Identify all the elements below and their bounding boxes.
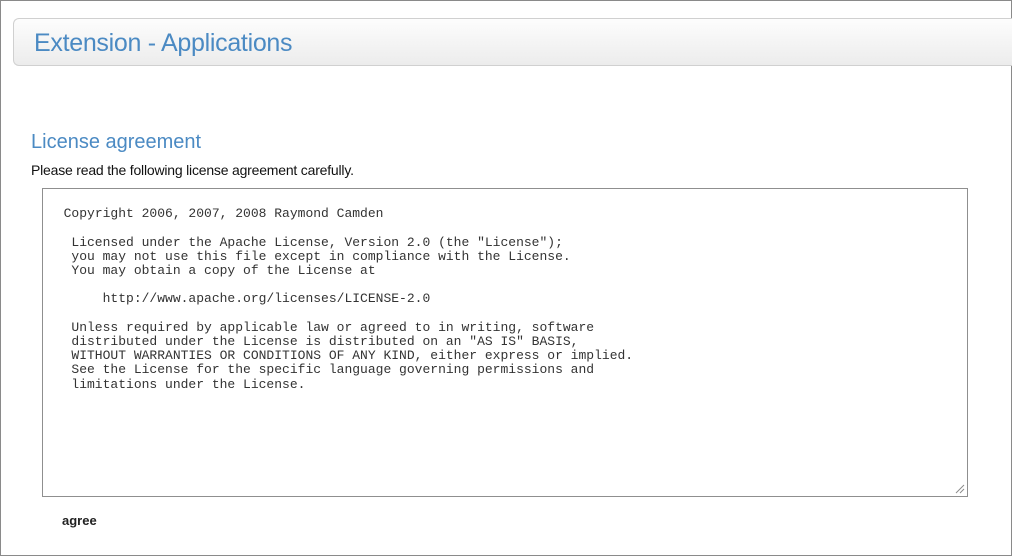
resize-grip-icon[interactable]: [954, 483, 965, 494]
title-bar: Extension - Applications: [13, 18, 1012, 66]
license-instructions: Please read the following license agreem…: [31, 162, 354, 178]
license-textarea[interactable]: Copyright 2006, 2007, 2008 Raymond Camde…: [42, 188, 968, 497]
license-text: Copyright 2006, 2007, 2008 Raymond Camde…: [63, 206, 634, 392]
agree-button[interactable]: agree: [62, 513, 97, 528]
page-title: Extension - Applications: [34, 29, 293, 57]
license-heading: License agreement: [31, 131, 202, 153]
